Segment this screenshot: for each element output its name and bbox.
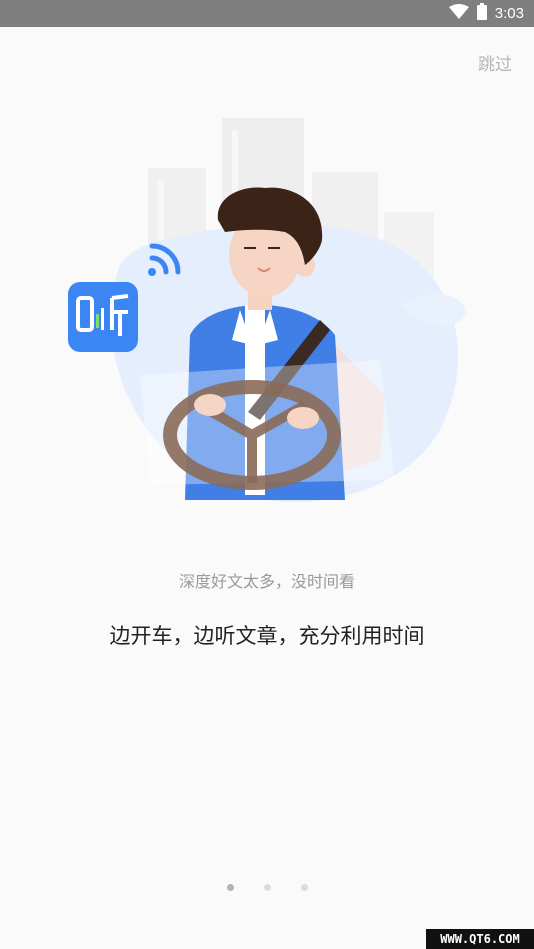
page-dot-1 [226, 884, 234, 891]
skip-button[interactable]: 跳过 [478, 50, 512, 75]
battery-icon [476, 3, 487, 24]
headline-text: 边开车，边听文章，充分利用时间 [109, 624, 425, 648]
listen-app-icon [68, 282, 138, 352]
status-icons: 3:03 [448, 3, 524, 24]
status-time: 3:03 [494, 5, 524, 22]
page-dot-2 [263, 884, 271, 891]
watermark: WWW.QT6.COM [426, 929, 534, 949]
hero-illustration [68, 118, 466, 502]
page-indicator [0, 884, 534, 891]
onboarding-screen: 3:03 跳过 深度好文太多，没时间看 边开车，边听文章，充分利用时间 WWW.… [0, 0, 534, 949]
status-bar: 3:03 [0, 0, 534, 27]
subtitle-text: 深度好文太多，没时间看 [178, 572, 355, 591]
wifi-icon [448, 3, 469, 24]
page-dot-3 [300, 884, 308, 891]
